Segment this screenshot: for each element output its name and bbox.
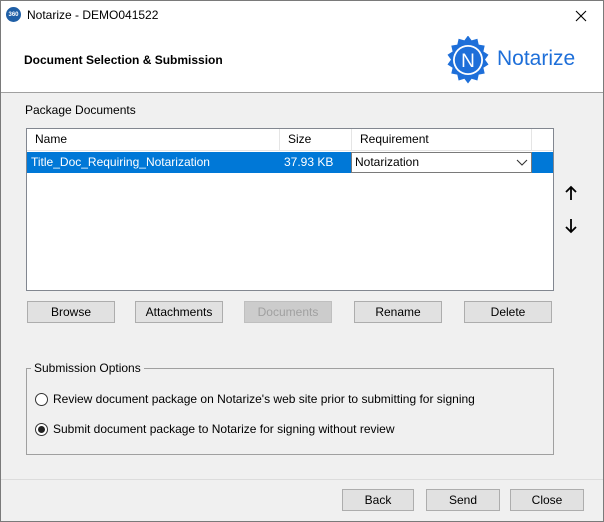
close-window-button[interactable]	[559, 1, 603, 31]
document-name-cell: Title_Doc_Requiring_Notarization	[31, 155, 210, 169]
app-icon: 360	[6, 7, 21, 22]
attachments-button[interactable]: Attachments	[135, 301, 223, 323]
arrow-down-icon	[565, 219, 577, 234]
notarize-seal-icon: N	[447, 36, 489, 84]
column-header-requirement[interactable]: Requirement	[352, 129, 532, 150]
package-documents-label: Package Documents	[25, 103, 136, 117]
submission-options-group: Submission Options Review document packa…	[26, 361, 554, 455]
column-header-name[interactable]: Name	[27, 129, 280, 150]
move-up-button[interactable]	[560, 182, 582, 204]
close-button[interactable]: Close	[510, 489, 584, 511]
review-option-radio[interactable]: Review document package on Notarize's we…	[35, 392, 475, 406]
submission-options-title: Submission Options	[31, 361, 144, 375]
back-button[interactable]: Back	[342, 489, 414, 511]
submit-option-radio[interactable]: Submit document package to Notarize for …	[35, 422, 395, 436]
review-option-label[interactable]: Review document package on Notarize's we…	[53, 392, 475, 406]
rename-button[interactable]: Rename	[354, 301, 442, 323]
table-header: Name Size Requirement	[27, 129, 553, 151]
notarize-dialog: 360 Notarize - DEMO041522 Document Selec…	[0, 0, 604, 522]
close-icon	[575, 10, 587, 22]
documents-table[interactable]: Name Size Requirement Title_Doc_Requirin…	[26, 128, 554, 291]
title-bar: 360 Notarize - DEMO041522	[1, 1, 603, 31]
chevron-down-icon	[516, 159, 528, 166]
submit-option-label[interactable]: Submit document package to Notarize for …	[53, 422, 395, 436]
logo-wordmark: Notarize	[497, 47, 576, 70]
delete-button[interactable]: Delete	[464, 301, 552, 323]
window-title: Notarize - DEMO041522	[27, 8, 159, 22]
move-down-button[interactable]	[560, 215, 582, 237]
notarize-logo: N Notarize	[444, 34, 594, 88]
requirement-value: Notarization	[355, 155, 420, 169]
browse-button[interactable]: Browse	[27, 301, 115, 323]
document-size-cell: 37.93 KB	[284, 155, 334, 169]
page-title: Document Selection & Submission	[24, 53, 223, 67]
documents-button[interactable]: Documents	[244, 301, 332, 323]
requirement-dropdown[interactable]: Notarization	[351, 152, 532, 173]
radio-button-icon[interactable]	[35, 392, 48, 406]
table-row[interactable]: Title_Doc_Requiring_Notarization 37.93 K…	[27, 152, 553, 173]
send-button[interactable]: Send	[426, 489, 500, 511]
header-banner: Document Selection & Submission N Notari…	[1, 31, 603, 93]
footer-divider	[1, 479, 603, 480]
svg-text:N: N	[461, 51, 475, 72]
column-header-size[interactable]: Size	[280, 129, 352, 150]
arrow-up-icon	[565, 185, 577, 200]
radio-button-selected-icon[interactable]	[35, 422, 48, 436]
